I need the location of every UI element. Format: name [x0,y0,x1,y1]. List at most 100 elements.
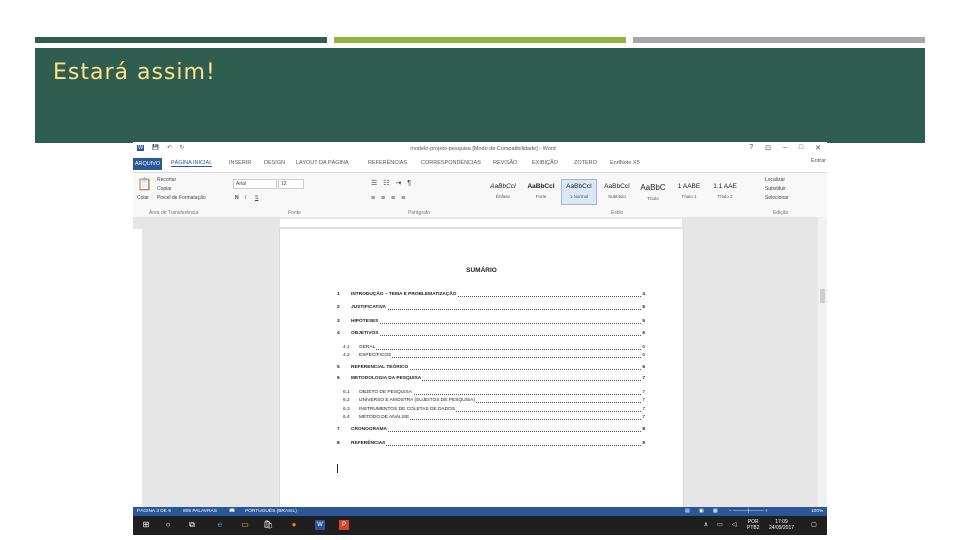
web-layout-icon[interactable]: ▦ [713,507,718,516]
style-forte[interactable]: AaBbCcI Forte [523,179,559,205]
scroll-thumb[interactable] [820,289,825,303]
clock[interactable]: 17:09 24/09/2017 [769,519,794,531]
task-view-icon[interactable]: ⧉ [187,520,197,530]
search-icon[interactable]: ○ [163,520,173,530]
style-normal[interactable]: AaBbCcI 1 Normal [561,179,597,205]
underline-button[interactable]: S [255,195,258,201]
tab-pagina-inicial[interactable]: PÁGINA INICIAL [171,160,213,167]
toc-page: 6 [642,345,645,350]
paste-icon[interactable]: 📋 [137,177,152,191]
print-layout-icon[interactable]: ▣ [699,507,704,516]
redo-icon[interactable]: ↻ [180,145,185,151]
copy-button[interactable]: Copiar [157,186,172,192]
tab-endnote[interactable]: EndNote X5 [610,160,640,166]
read-mode-icon[interactable]: ▤ [685,507,690,516]
italic-button[interactable]: I [245,195,246,201]
tab-correspondencias[interactable]: CORRESPONDÊNCIAS [421,160,481,166]
sign-in-link[interactable]: Entrar [811,158,826,164]
tab-exibicao[interactable]: EXIBIÇÃO [532,160,558,166]
network-icon[interactable]: ▭ [715,520,725,530]
format-painter-button[interactable]: Pincel de Formatação [157,195,206,201]
align-icons[interactable]: ≡ ≡ ≡ ≡ [371,195,407,202]
word-count[interactable]: 808 PALAVRAS [183,507,217,516]
toc-number: 6 [337,376,340,381]
toc-entry[interactable]: 3 HIPÓTESES 5 [337,318,645,325]
toc-entry[interactable]: 1 INTRODUÇÃO – TEMA E PROBLEMATIZAÇÃO 4 [337,291,645,298]
font-size-select[interactable]: 12 [278,179,304,189]
minimize-button[interactable]: – [783,144,787,152]
firefox-icon[interactable]: ● [289,520,299,530]
toc-number: 3 [337,319,340,324]
style-enfase[interactable]: AaBbCcI Ênfase [485,179,521,205]
page-count[interactable]: PÁGINA 3 DE 9 [137,507,171,516]
toc-number: 4.1 [343,345,350,350]
horizontal-ruler[interactable] [280,219,682,227]
style-subtitulo[interactable]: AaBbCcI Subtítulo [599,179,635,205]
save-icon[interactable]: 💾 [152,145,159,151]
group-label-clipboard: Área de Transferência [149,210,199,216]
style-titulo-1[interactable]: 1 AABE Título 1 [671,179,707,205]
group-label-editing: Edição [773,210,789,216]
style-preview: AaBbCcI [604,183,630,190]
edge-icon[interactable]: e [215,520,225,530]
windows-icon[interactable]: ⊞ [141,520,151,530]
replace-button[interactable]: Substituir [765,186,786,192]
toc-entry[interactable]: 2 JUSTIFICATIVA 5 [337,304,645,311]
powerpoint-icon[interactable]: P [339,520,349,530]
toc-label: JUSTIFICATIVA [351,305,387,310]
input-language[interactable]: POR PTB2 [747,519,760,531]
bold-button[interactable]: N [235,195,239,201]
style-titulo[interactable]: AaBbC Título [635,179,671,205]
paste-button[interactable]: Colar [137,195,149,201]
toc-page: 8 [642,427,645,432]
tab-design[interactable]: DESIGN [264,160,285,166]
zoom-slider[interactable]: – ────┼──── + [729,507,768,516]
volume-icon[interactable]: ◁ [729,520,739,530]
tab-zotero[interactable]: ZOTERO [574,160,597,166]
accent-bar-green [334,37,626,43]
vertical-scrollbar[interactable] [818,217,827,507]
list-icons[interactable]: ☰ ☷ ⇥ ¶ [371,179,413,187]
toc-entry[interactable]: 4.2 ESPECÍFICOS 6 [337,352,645,359]
toc-entry[interactable]: 7 CRONOGRAMA 8 [337,426,645,433]
toc-page: 6 [642,365,645,370]
style-titulo-2[interactable]: 1.1 AAE Título 2 [707,179,743,205]
tab-revisao[interactable]: REVISÃO [493,160,517,166]
zoom-level[interactable]: 100% [811,507,823,516]
word-icon[interactable]: W [315,520,325,530]
notification-icon[interactable]: ▢ [809,520,819,530]
style-preview: AaBbCcI [490,183,516,190]
document-page[interactable]: SUMÁRIO 1 INTRODUÇÃO – TEMA E PROBLEMATIZ… [280,229,683,507]
maximize-button[interactable]: □ [799,144,803,152]
tab-referencias[interactable]: REFERÊNCIAS [368,160,407,166]
tab-layout[interactable]: LAYOUT DA PÁGINA [296,160,349,166]
toc-entry[interactable]: 6.2 UNIVERSO E AMOSTRA (SUJEITOS DE PESQU… [337,397,645,404]
word-logo-icon: W [137,145,145,151]
toc-entry[interactable]: 6 METODOLOGIA DA PESQUISA 7 [337,375,645,382]
store-icon[interactable]: 🛍 [263,520,273,530]
close-button[interactable]: ✕ [815,144,821,152]
explorer-icon[interactable]: ▭ [240,520,250,530]
toc-label: OBJETIVOS [351,331,380,336]
toc-entry[interactable]: 4.1 GERAL 6 [337,344,645,351]
language-indicator[interactable]: PORTUGUÊS (BRASIL) [245,507,297,516]
toc-entry[interactable]: 6.1 OBJETO DE PESQUISA 7 [337,389,645,396]
toc-entry[interactable]: 4 OBJETIVOS 6 [337,330,645,337]
toc-entry[interactable]: 6.3 INSTRUMENTOS DE COLETAS DE DADOS 7 [337,406,645,413]
toc-entry[interactable]: 5 REFERENCIAL TEÓRICO 6 [337,364,645,371]
undo-icon[interactable]: ↶ [167,145,172,151]
tab-inserir[interactable]: INSERIR [229,160,251,166]
toc-entry[interactable]: 8 REFERÊNCIAS 9 [337,440,645,447]
vertical-ruler[interactable] [133,229,142,507]
cut-button[interactable]: Recortar [157,177,176,183]
help-icon[interactable]: ? [749,144,753,152]
ribbon-display-icon[interactable]: ⊡ [765,144,771,152]
proofing-icon[interactable]: 📖 [229,507,235,516]
tab-arquivo[interactable]: ARQUIVO [133,158,162,170]
tray-up-icon[interactable]: ∧ [701,520,711,530]
find-button[interactable]: Localizar [765,177,785,183]
toc-entry[interactable]: 6.4 MÉTODO DE ANÁLISE 7 [337,414,645,421]
toc-number: 4 [337,331,340,336]
font-name-select[interactable]: Arial [233,179,277,189]
select-button[interactable]: Selecionar [765,195,789,201]
